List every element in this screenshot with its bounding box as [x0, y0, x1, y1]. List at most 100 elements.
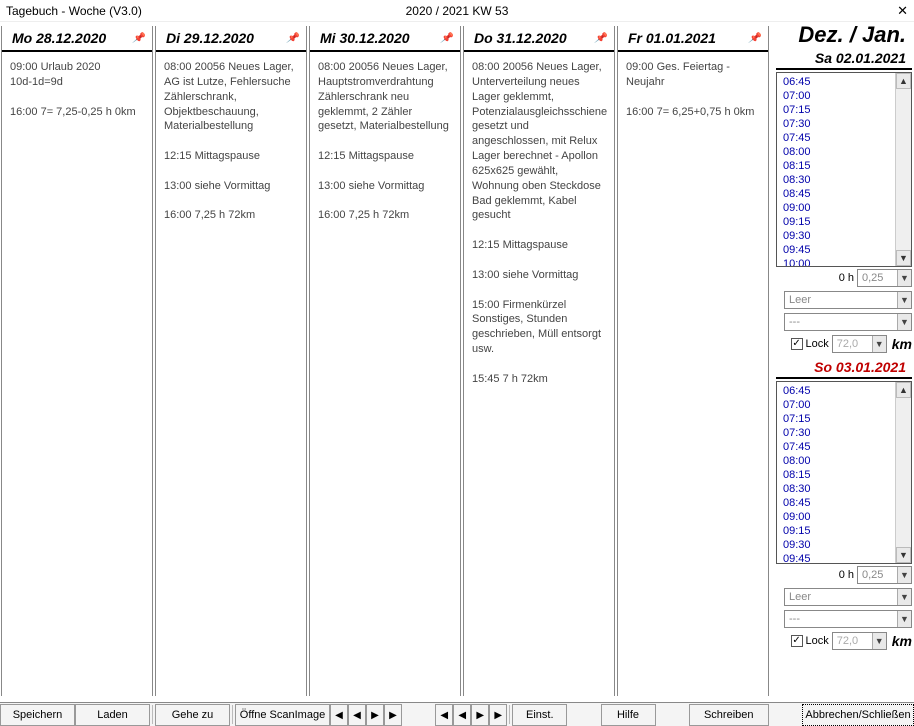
scroll-up-icon[interactable]: ▲: [896, 382, 911, 398]
day-header: Mo 28.12.2020📌: [2, 26, 152, 52]
time-slot[interactable]: 07:45: [783, 440, 895, 454]
day-body[interactable]: 09:00 Urlaub 2020 10d-1d=9d 16:00 7= 7,2…: [2, 52, 152, 127]
pin-icon[interactable]: 📌: [286, 33, 300, 47]
hours-label: 0 h: [839, 569, 854, 581]
week-next-icon[interactable]: ▶: [471, 704, 489, 726]
day-col-tue[interactable]: Di 29.12.2020📌 08:00 20056 Neues Lager, …: [155, 26, 307, 696]
time-slot[interactable]: 07:45: [783, 131, 895, 145]
km-unit: km: [892, 633, 912, 649]
day-header: Do 31.12.2020📌: [464, 26, 614, 52]
week-first-icon[interactable]: ◀: [435, 704, 453, 726]
title-bar: Tagebuch - Woche (V3.0) 2020 / 2021 KW 5…: [0, 0, 914, 22]
time-slot[interactable]: 08:15: [783, 159, 895, 173]
lock-checkbox[interactable]: ✓: [791, 338, 803, 350]
chevron-down-icon: ▼: [897, 270, 911, 286]
time-slot[interactable]: 09:30: [783, 538, 895, 552]
time-slot[interactable]: 07:15: [783, 103, 895, 117]
time-slot[interactable]: 07:30: [783, 426, 895, 440]
day-col-fri[interactable]: Fr 01.01.2021📌 09:00 Ges. Feiertag - Neu…: [617, 26, 769, 696]
time-slot[interactable]: 08:00: [783, 454, 895, 468]
week-last-icon[interactable]: ▶: [489, 704, 507, 726]
time-slot[interactable]: 08:45: [783, 496, 895, 510]
save-button[interactable]: Speichern: [0, 704, 75, 726]
category-combo[interactable]: Leer▼: [784, 291, 912, 309]
chevron-down-icon: ▼: [872, 336, 886, 352]
sat-header: Sa 02.01.2021: [776, 48, 912, 70]
nav-next-icon[interactable]: ▶: [366, 704, 384, 726]
cancel-close-button[interactable]: Abbrechen/Schließen: [802, 704, 914, 726]
chevron-down-icon: ▼: [897, 589, 911, 605]
scrollbar[interactable]: ▲ ▼: [895, 73, 911, 266]
km-combo[interactable]: 72,0▼: [832, 632, 887, 650]
hours-label: 0 h: [839, 272, 854, 284]
bottom-toolbar: Speichern Laden Gehe zu Öffne ScanImage …: [0, 702, 914, 726]
time-slot[interactable]: 09:00: [783, 201, 895, 215]
chevron-down-icon: ▼: [872, 633, 886, 649]
time-slot[interactable]: 06:45: [783, 384, 895, 398]
day-body[interactable]: 09:00 Ges. Feiertag - Neujahr 16:00 7= 6…: [618, 52, 768, 127]
time-slot[interactable]: 09:45: [783, 243, 895, 257]
time-slot[interactable]: 09:45: [783, 552, 895, 563]
hours-combo[interactable]: 0,25▼: [857, 566, 912, 584]
time-slot[interactable]: 07:00: [783, 398, 895, 412]
time-slot[interactable]: 08:00: [783, 145, 895, 159]
pin-icon[interactable]: 📌: [594, 33, 608, 47]
load-button[interactable]: Laden: [75, 704, 150, 726]
time-slot[interactable]: 08:30: [783, 482, 895, 496]
time-slot[interactable]: 07:00: [783, 89, 895, 103]
pin-icon[interactable]: 📌: [440, 33, 454, 47]
scroll-up-icon[interactable]: ▲: [896, 73, 911, 89]
chevron-down-icon: ▼: [897, 292, 911, 308]
app-title: Tagebuch - Woche (V3.0): [6, 4, 142, 18]
time-slot[interactable]: 08:15: [783, 468, 895, 482]
lock-checkbox[interactable]: ✓: [791, 635, 803, 647]
time-slot[interactable]: 09:15: [783, 215, 895, 229]
km-combo[interactable]: 72,0▼: [832, 335, 887, 353]
extra-combo[interactable]: ---▼: [784, 610, 912, 628]
km-unit: km: [892, 336, 912, 352]
day-header: Di 29.12.2020📌: [156, 26, 306, 52]
goto-button[interactable]: Gehe zu: [155, 704, 230, 726]
nav-last-icon[interactable]: ▶: [384, 704, 402, 726]
time-slot[interactable]: 08:45: [783, 187, 895, 201]
week-prev-icon[interactable]: ◀: [453, 704, 471, 726]
category-combo[interactable]: Leer▼: [784, 588, 912, 606]
day-col-wed[interactable]: Mi 30.12.2020📌 08:00 20056 Neues Lager, …: [309, 26, 461, 696]
time-slot[interactable]: 07:30: [783, 117, 895, 131]
day-col-thu[interactable]: Do 31.12.2020📌 08:00 20056 Neues Lager, …: [463, 26, 615, 696]
title-center: 2020 / 2021 KW 53: [406, 4, 509, 18]
settings-button[interactable]: Einst.: [512, 704, 567, 726]
month-title: Dez. / Jan.: [776, 24, 912, 46]
lock-label: Lock: [806, 338, 829, 350]
scanimage-button[interactable]: Öffne ScanImage: [235, 704, 330, 726]
time-slot[interactable]: 09:30: [783, 229, 895, 243]
time-slot[interactable]: 08:30: [783, 173, 895, 187]
lock-label: Lock: [806, 635, 829, 647]
day-header: Fr 01.01.2021📌: [618, 26, 768, 52]
scrollbar[interactable]: ▲ ▼: [895, 382, 911, 563]
day-body[interactable]: 08:00 20056 Neues Lager, Hauptstromverdr…: [310, 52, 460, 231]
sun-time-list[interactable]: 06:4507:0007:1507:3007:4508:0008:1508:30…: [776, 381, 912, 564]
nav-prev-icon[interactable]: ◀: [348, 704, 366, 726]
day-body[interactable]: 08:00 20056 Neues Lager, Unterverteilung…: [464, 52, 614, 395]
time-slot[interactable]: 09:15: [783, 524, 895, 538]
day-col-mon[interactable]: Mo 28.12.2020📌 09:00 Urlaub 2020 10d-1d=…: [1, 26, 153, 696]
scroll-down-icon[interactable]: ▼: [896, 250, 911, 266]
write-button[interactable]: Schreiben: [689, 704, 769, 726]
nav-first-icon[interactable]: ◀: [330, 704, 348, 726]
pin-icon[interactable]: 📌: [132, 33, 146, 47]
day-body[interactable]: 08:00 20056 Neues Lager, AG ist Lutze, F…: [156, 52, 306, 231]
help-button[interactable]: Hilfe: [601, 704, 656, 726]
sat-time-list[interactable]: 06:4507:0007:1507:3007:4508:0008:1508:30…: [776, 72, 912, 267]
day-header: Mi 30.12.2020📌: [310, 26, 460, 52]
pin-icon[interactable]: 📌: [748, 33, 762, 47]
main-area: Mo 28.12.2020📌 09:00 Urlaub 2020 10d-1d=…: [0, 22, 914, 700]
time-slot[interactable]: 07:15: [783, 412, 895, 426]
close-icon[interactable]: ✕: [897, 3, 908, 19]
scroll-down-icon[interactable]: ▼: [896, 547, 911, 563]
time-slot[interactable]: 10:00: [783, 257, 895, 266]
extra-combo[interactable]: ---▼: [784, 313, 912, 331]
time-slot[interactable]: 06:45: [783, 75, 895, 89]
time-slot[interactable]: 09:00: [783, 510, 895, 524]
hours-combo[interactable]: 0,25▼: [857, 269, 912, 287]
